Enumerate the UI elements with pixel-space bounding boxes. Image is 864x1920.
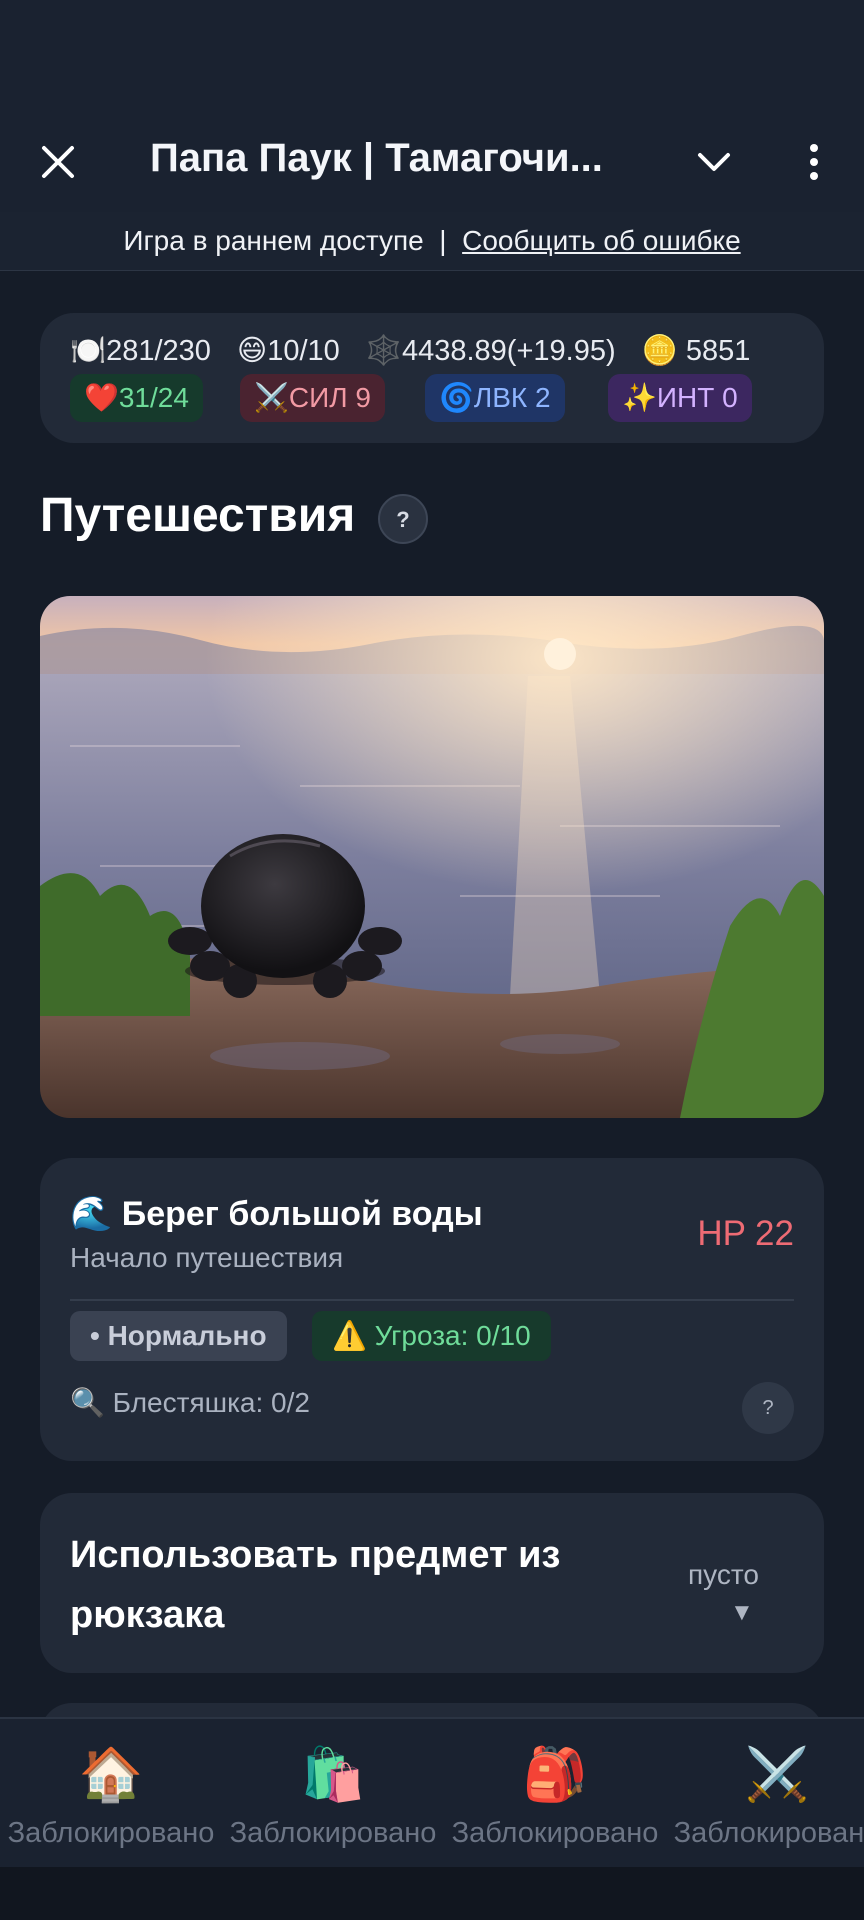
app-header: Папа Паук | Тамагочи...	[0, 112, 864, 212]
nav-label: Заблокировано	[673, 1817, 864, 1849]
nav-item-shop[interactable]: 🛍️ Заблокировано	[222, 1719, 444, 1869]
early-access-text: Игра в раннем доступе	[123, 225, 424, 256]
backpack-icon: 🎒	[522, 1746, 588, 1804]
status-badge: • Нормально	[70, 1311, 287, 1361]
banner-separator: |	[439, 225, 447, 256]
shopping-bags-icon: 🛍️	[300, 1746, 366, 1804]
travel-help-button[interactable]: ?	[378, 494, 428, 544]
chevron-down-icon	[698, 153, 730, 171]
hp-chip: ❤️31/24	[70, 374, 203, 422]
app-title: Папа Паук | Тамагочи...	[150, 136, 603, 180]
close-icon	[42, 146, 74, 178]
more-vertical-icon	[810, 144, 818, 180]
close-button[interactable]	[34, 138, 82, 186]
dropdown-arrow-icon: ▼	[730, 1599, 754, 1626]
backpack-selected-value: пусто	[688, 1559, 759, 1590]
nav-label: Заблокировано	[229, 1817, 437, 1849]
food-stat: 🍽️281/230	[70, 335, 211, 367]
early-access-banner: Игра в раннем доступе | Сообщить об ошиб…	[0, 212, 864, 271]
location-help-button[interactable]: ?	[742, 1382, 794, 1434]
backpack-item-selector[interactable]: Использовать предмет из рюкзака пусто ▼	[40, 1493, 824, 1673]
nav-label: Заблокировано	[7, 1817, 215, 1849]
location-hp: HP 22	[697, 1214, 794, 1253]
stats-panel: 🍽️281/230 😄10/10 🕸️4438.89(+19.95) 🪙 585…	[40, 313, 824, 443]
collapse-button[interactable]	[690, 138, 738, 186]
divider	[70, 1299, 794, 1301]
threat-badge: ⚠️ Угроза: 0/10	[312, 1311, 551, 1361]
agility-chip: 🌀ЛВК 2	[425, 374, 565, 422]
nav-item-battle[interactable]: ⚔️ Заблокировано	[666, 1719, 864, 1869]
location-subtitle: Начало путешествия	[70, 1242, 344, 1273]
coins-stat: 🪙 5851	[641, 335, 751, 367]
backpack-title: Использовать предмет из рюкзака	[70, 1534, 561, 1636]
nav-label: Заблокировано	[451, 1817, 659, 1849]
intellect-chip: ✨ИНТ 0	[608, 374, 752, 422]
page-title: Путешествия	[40, 489, 356, 542]
bottom-navigation: 🏠 Заблокировано 🛍️ Заблокировано 🎒 Забло…	[0, 1717, 864, 1869]
system-navigation-bar	[0, 1867, 864, 1920]
status-bar-area	[0, 0, 864, 112]
web-stat: 🕸️4438.89(+19.95)	[365, 335, 616, 367]
location-card: 🌊 Берег большой воды Начало путешествия …	[40, 1158, 824, 1461]
search-progress: 🔍 Блестяшка: 0/2	[70, 1387, 310, 1418]
strength-chip: ⚔️СИЛ 9	[240, 374, 385, 422]
scene-illustration	[40, 596, 824, 1118]
resource-row: 🍽️281/230 😄10/10 🕸️4438.89(+19.95) 🪙 585…	[70, 333, 768, 368]
crossed-swords-icon: ⚔️	[744, 1746, 810, 1804]
mood-stat: 😄10/10	[237, 335, 340, 367]
more-menu-button[interactable]	[794, 138, 834, 186]
nav-item-backpack[interactable]: 🎒 Заблокировано	[444, 1719, 666, 1869]
location-scene-image	[40, 596, 824, 1118]
report-bug-link[interactable]: Сообщить об ошибке	[462, 225, 741, 256]
nav-item-home[interactable]: 🏠 Заблокировано	[0, 1719, 222, 1869]
location-title: 🌊 Берег большой воды	[70, 1195, 483, 1233]
home-icon: 🏠	[78, 1746, 144, 1804]
